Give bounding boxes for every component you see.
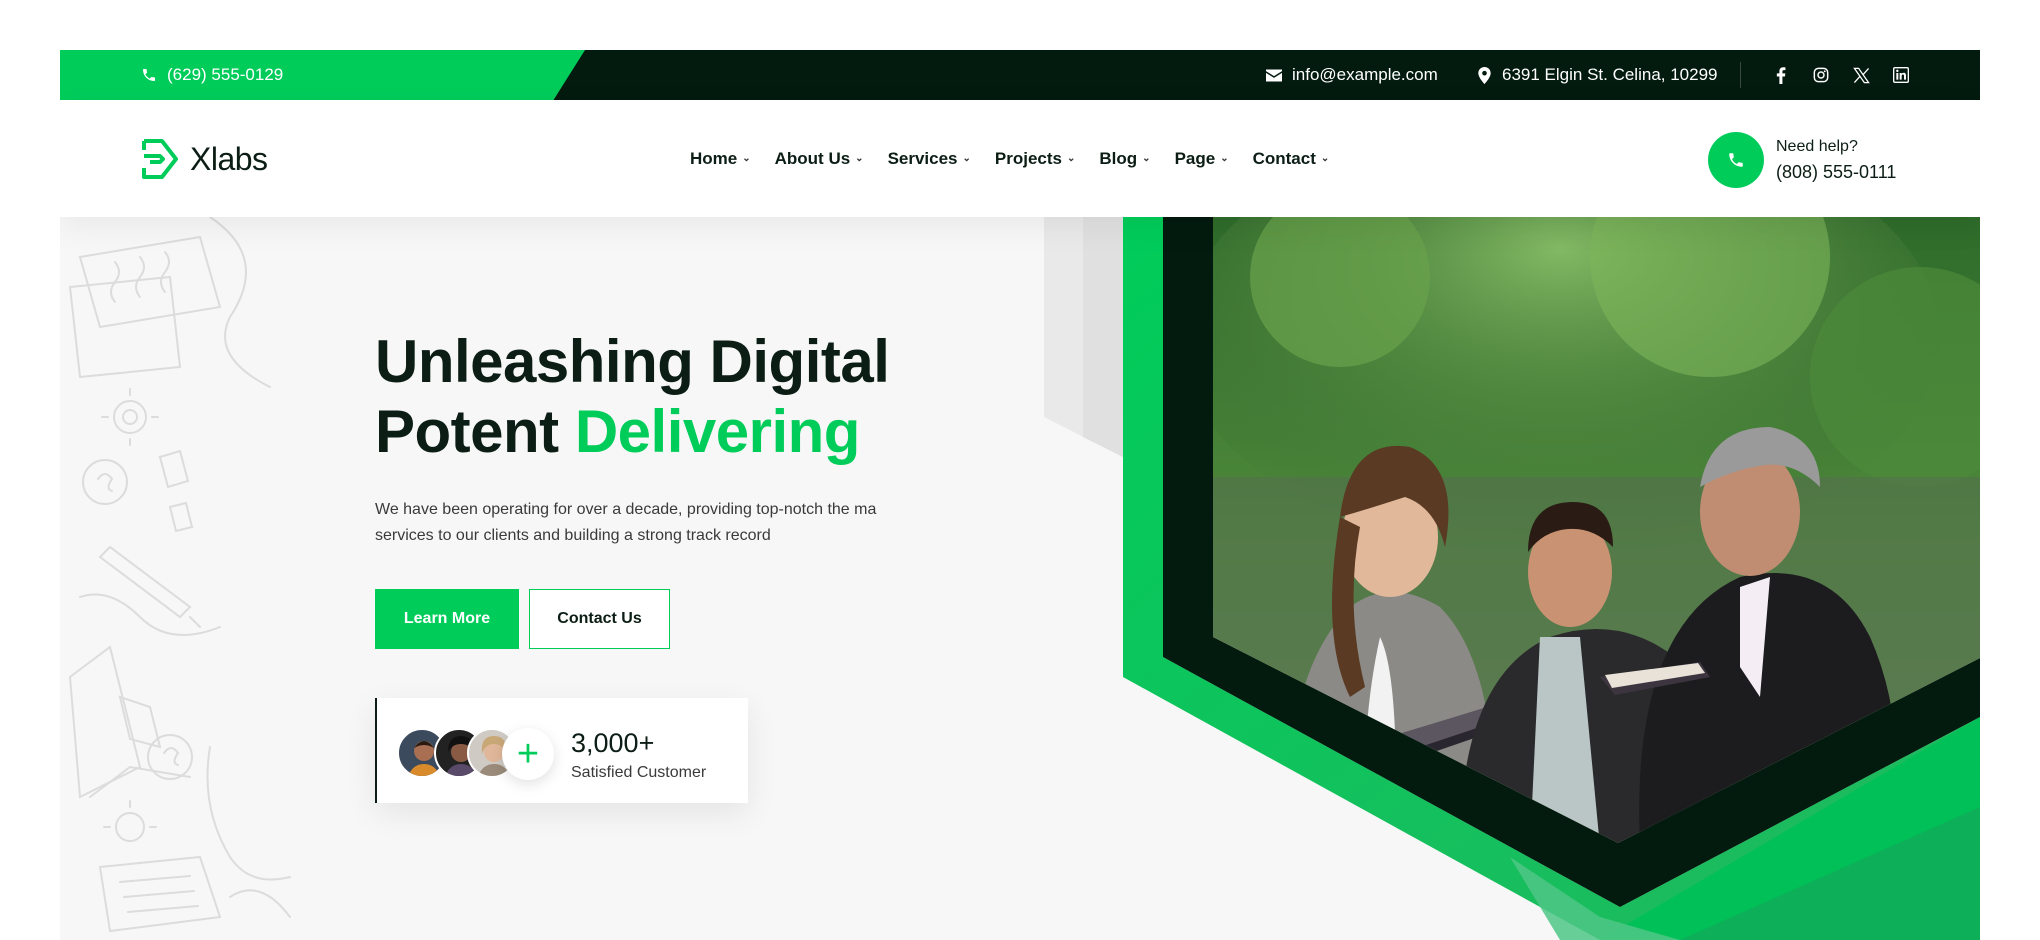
logo-text: Xlabs xyxy=(190,140,268,177)
hero-title-line1: Unleashing Digital xyxy=(375,328,890,395)
nav-item-page[interactable]: Page ⌄ xyxy=(1175,149,1229,169)
hero-image-graphic xyxy=(1044,217,1980,940)
topbar-email[interactable]: info@example.com xyxy=(1265,50,1438,100)
topbar-phone-text: (629) 555-0129 xyxy=(167,65,284,84)
page-frame: (629) 555-0129 info@example.com 6391 Elg… xyxy=(60,50,1980,940)
nav-item-about-us[interactable]: About Us ⌄ xyxy=(775,149,864,169)
nav-item-label: Home xyxy=(690,148,738,168)
nav-item-label: Page xyxy=(1174,148,1216,168)
phone-icon xyxy=(140,66,158,84)
hero-title-line2-plain: Potent xyxy=(375,398,559,465)
linkedin-icon[interactable] xyxy=(1892,66,1910,84)
hero-section: Unleashing Digital Potent Delivering We … xyxy=(60,217,1980,940)
chevron-down-icon: ⌄ xyxy=(1142,153,1151,164)
help-phone: (808) 555-0111 xyxy=(1776,161,1897,182)
logo[interactable]: Xlabs xyxy=(140,138,268,180)
main-nav: Home ⌄ About Us ⌄ Services ⌄ Projects ⌄ Blog… xyxy=(690,100,1329,217)
nav-item-contact[interactable]: Contact ⌄ xyxy=(1253,149,1330,169)
chevron-down-icon: ⌄ xyxy=(742,153,751,164)
location-pin-icon xyxy=(1475,66,1493,84)
chevron-down-icon: ⌄ xyxy=(962,153,971,164)
plus-icon: + xyxy=(502,728,554,780)
phone-icon xyxy=(1729,153,1743,167)
x-icon[interactable] xyxy=(1852,66,1870,84)
nav-item-label: Services xyxy=(887,148,958,168)
nav-item-projects[interactable]: Projects ⌄ xyxy=(995,149,1075,169)
nav-item-services[interactable]: Services ⌄ xyxy=(888,149,971,169)
topbar-phone[interactable]: (629) 555-0129 xyxy=(140,50,283,100)
help-phone-circle xyxy=(1708,132,1764,188)
contact-us-button[interactable]: Contact Us xyxy=(529,589,670,649)
nav-item-home[interactable]: Home ⌄ xyxy=(690,149,751,169)
top-bar-green-block xyxy=(60,50,585,100)
nav-item-label: Blog xyxy=(1099,148,1138,168)
mail-icon xyxy=(1265,66,1283,84)
top-bar: (629) 555-0129 info@example.com 6391 Elg… xyxy=(60,50,1980,100)
topbar-address-text: 6391 Elgin St. Celina, 10299 xyxy=(1502,65,1718,84)
hero-title-accent: Delivering xyxy=(574,398,861,465)
topbar-address: 6391 Elgin St. Celina, 10299 xyxy=(1475,50,1718,100)
nav-item-label: About Us xyxy=(774,148,851,168)
help-label: Need help? xyxy=(1776,137,1858,155)
customer-avatars: + xyxy=(397,728,567,780)
chevron-down-icon: ⌄ xyxy=(855,153,864,164)
hero-description: We have been operating for over a decade… xyxy=(375,501,877,544)
logo-icon xyxy=(142,139,178,179)
help-text: Need help? (808) 555-0111 xyxy=(1776,138,1896,183)
topbar-email-text: info@example.com xyxy=(1292,65,1438,84)
main-header: Xlabs Home ⌄ About Us ⌄ Services ⌄ Projects… xyxy=(60,100,1980,217)
chevron-down-icon: ⌄ xyxy=(1067,153,1076,164)
help-contact[interactable]: Need help? (808) 555-0111 xyxy=(1708,132,1896,188)
chevron-down-icon: ⌄ xyxy=(1320,153,1330,164)
customers-count: 3,000+ xyxy=(571,728,655,758)
social-links xyxy=(1772,50,1910,100)
instagram-icon[interactable] xyxy=(1812,66,1830,84)
hero-title: Unleashing Digital Potent Delivering xyxy=(375,327,890,467)
nav-item-label: Projects xyxy=(994,148,1062,168)
satisfied-customers-card: + 3,000+ Satisfied Customer xyxy=(375,698,748,803)
topbar-divider xyxy=(1740,62,1741,88)
nav-item-blog[interactable]: Blog ⌄ xyxy=(1099,149,1150,169)
learn-more-button[interactable]: Learn More xyxy=(375,589,519,649)
chevron-down-icon: ⌄ xyxy=(1220,153,1229,164)
nav-item-label: Contact xyxy=(1252,148,1316,168)
customers-label: Satisfied Customer xyxy=(571,764,707,781)
facebook-icon[interactable] xyxy=(1772,66,1790,84)
